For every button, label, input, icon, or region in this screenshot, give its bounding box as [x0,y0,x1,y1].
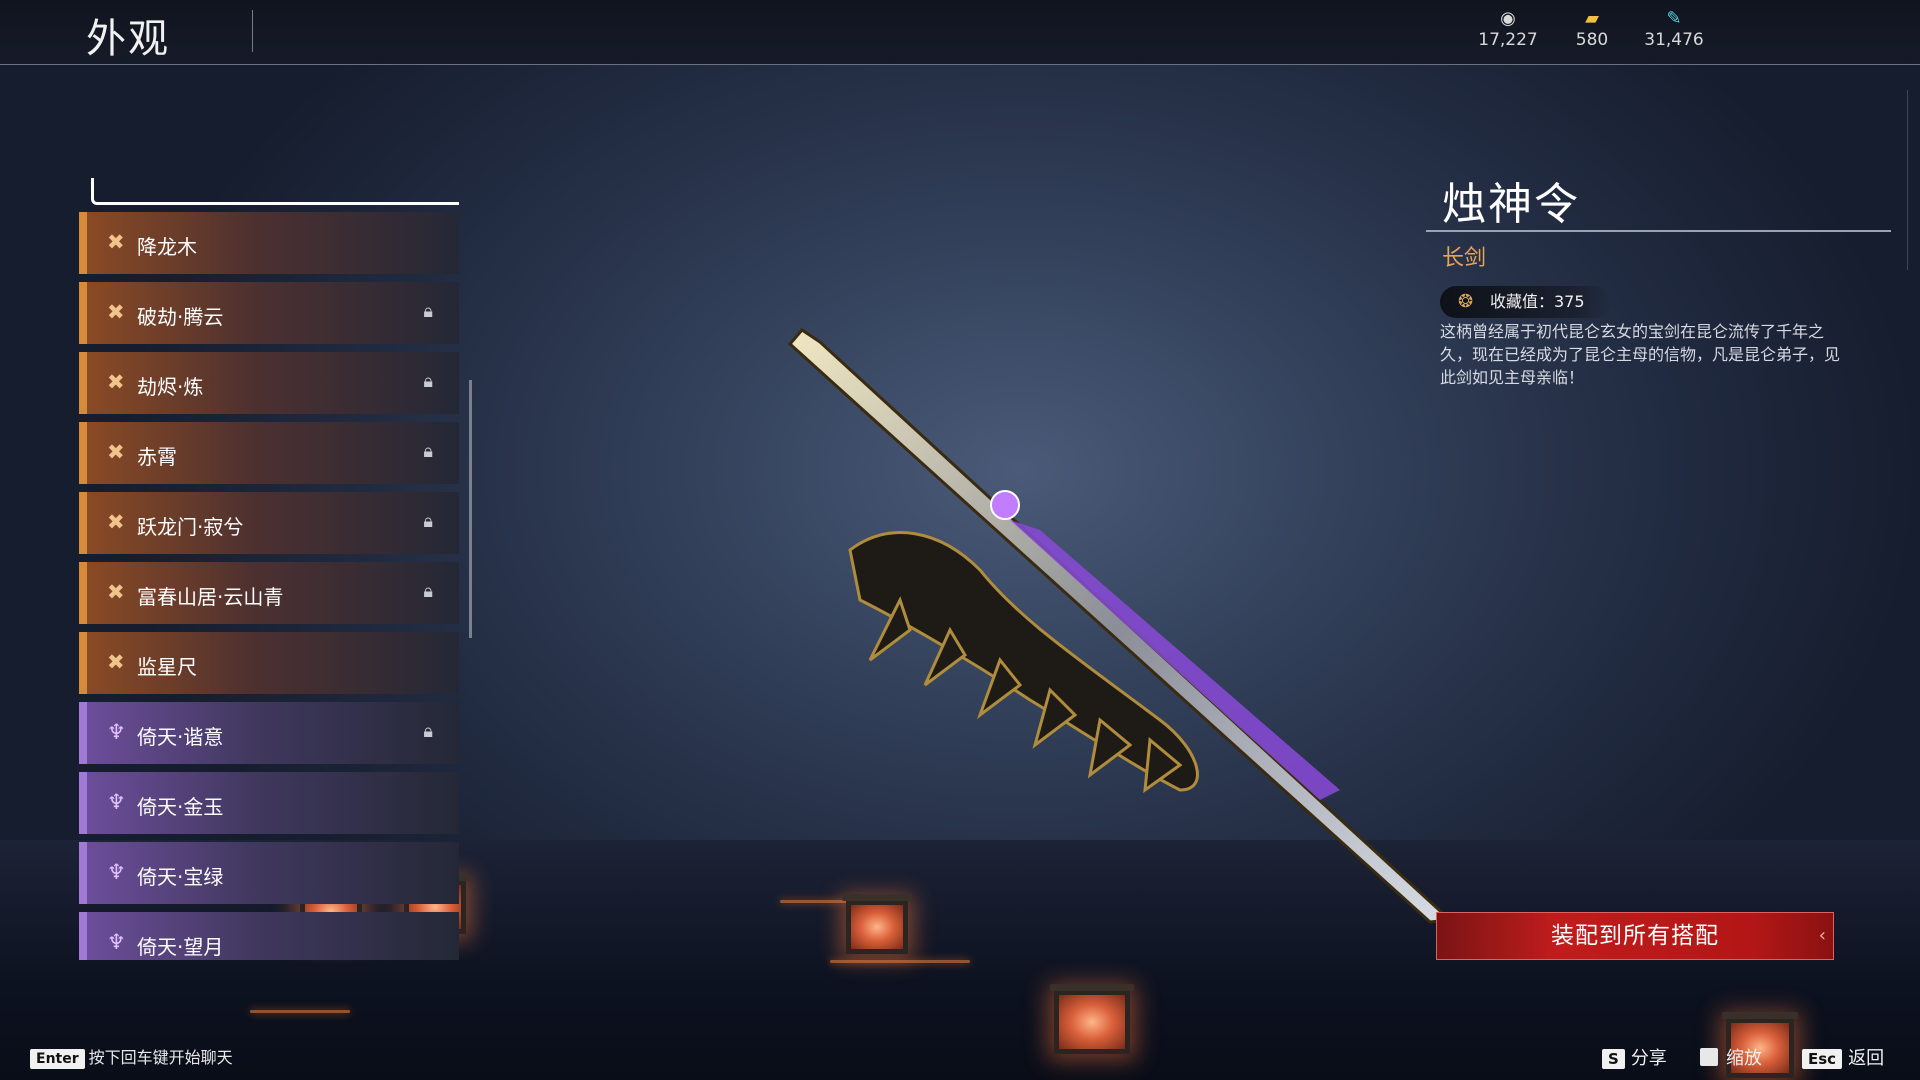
share-button[interactable]: S 分享 [1602,1044,1667,1070]
list-item[interactable]: ✖ 跃龙门·寂兮 🔒︎ [79,492,459,554]
water-glow [830,960,970,963]
item-label: 倚天·金玉 [137,795,224,819]
item-description: 这柄曾经属于初代昆仑玄女的宝剑在昆仑流传了千年之久，现在已经成为了昆仑主母的信物… [1440,322,1841,387]
item-type: 长剑 [1442,246,1487,271]
rarity-icon: ✖ [107,230,125,254]
list-item[interactable]: ✖ 劫烬·炼 🔒︎ [79,352,459,414]
list-item[interactable]: ♆ 倚天·金玉 [79,772,459,834]
item-label: 跃龙门·寂兮 [137,515,244,539]
lock-icon: 🔒︎ [423,441,433,462]
collection-icon: ❂ [1458,291,1474,312]
item-label: 降龙木 [137,235,197,259]
rarity-icon: ♆ [107,930,126,954]
rarity-icon: ✖ [107,440,125,464]
back-label: 返回 [1848,1048,1885,1069]
currency-value: 580 [1575,30,1609,50]
title-divider [252,10,253,52]
currency-gold: ▰ 580 [1547,8,1637,51]
currency-coin: ◉ 17,227 [1463,8,1553,51]
chat-hint[interactable]: Enter 按下回车键开始聊天 [30,1044,233,1069]
equip-button-label: 装配到所有搭配 [1551,923,1719,949]
item-label: 监星尺 [137,655,197,679]
item-label: 倚天·谐意 [137,725,224,749]
chat-hint-label: 按下回车键开始聊天 [88,1048,233,1067]
list-item[interactable]: ✖ 富春山居·云山青 🔒︎ [79,562,459,624]
item-label: 富春山居·云山青 [137,585,284,609]
lantern [1050,984,1134,1054]
name-divider [1426,230,1891,232]
list-item[interactable]: ✖ 破劫·腾云 🔒︎ [79,282,459,344]
lock-icon: 🔒︎ [423,511,433,532]
rarity-icon: ✖ [107,580,125,604]
collection-value: 收藏值：375 [1490,292,1585,311]
item-label: 赤霄 [137,445,177,469]
zoom-button[interactable]: 缩放 [1700,1044,1762,1070]
lock-icon: 🔒︎ [423,371,433,392]
rarity-icon: ✖ [107,370,125,394]
lock-icon: 🔒︎ [423,721,433,742]
water-glow [250,1010,350,1013]
list-item[interactable]: ♆ 倚天·望月 [79,912,459,960]
feather-icon: ✎ [1666,8,1682,29]
purple-gem [990,490,1020,520]
list-item[interactable]: ✖ 降龙木 [79,212,459,274]
esc-key: Esc [1802,1049,1843,1069]
item-label: 破劫·腾云 [137,305,224,329]
list-item[interactable]: ♆ 倚天·宝绿 [79,842,459,904]
page-title: 外观 [86,16,170,62]
rarity-icon: ♆ [107,790,126,814]
list-item[interactable]: ♆ 倚天·谐意 🔒︎ [79,702,459,764]
rarity-icon: ✖ [107,510,125,534]
list-item[interactable]: ✖ 赤霄 🔒︎ [79,422,459,484]
weapon-model[interactable] [780,320,1460,940]
selected-item-frame[interactable] [91,178,459,205]
coin-icon: ◉ [1500,8,1516,29]
item-name: 烛神令 [1442,179,1580,230]
rarity-icon: ✖ [107,300,125,324]
collection-value-badge: ❂ 收藏值：375 [1440,286,1611,318]
rarity-icon: ♆ [107,860,126,884]
mouse-icon [1700,1048,1718,1066]
top-bar: 外观 ◉ 17,227 ▰ 580 ✎ 31,476 [0,0,1920,65]
item-label: 倚天·宝绿 [137,865,224,889]
lock-icon: 🔒︎ [423,581,433,602]
appearance-list[interactable]: ✖ 降龙木 ✖ 破劫·腾云 🔒︎ ✖ 劫烬·炼 🔒︎ ✖ 赤霄 🔒︎ ✖ 跃龙门… [79,178,459,960]
share-key: S [1602,1049,1625,1069]
currency-value: 17,227 [1478,30,1538,50]
rarity-icon: ♆ [107,720,126,744]
rarity-icon: ✖ [107,650,125,674]
list-item[interactable]: ✖ 监星尺 [79,632,459,694]
lock-icon: 🔒︎ [423,301,433,322]
equip-to-all-button[interactable]: 装配到所有搭配 ‹ [1436,912,1834,960]
currency-feather: ✎ 31,476 [1629,8,1719,51]
chevron-icon: ‹ [1818,925,1827,946]
item-label: 倚天·望月 [137,935,224,959]
item-label: 劫烬·炼 [137,375,204,399]
back-button[interactable]: Esc 返回 [1802,1044,1884,1070]
zoom-label: 缩放 [1726,1048,1762,1069]
enter-key: Enter [30,1049,85,1069]
currency-value: 31,476 [1644,30,1704,50]
side-scroll-rail [1907,90,1918,270]
share-label: 分享 [1630,1048,1667,1069]
list-scrollbar[interactable] [469,380,472,638]
gold-ingot-icon: ▰ [1585,8,1599,29]
